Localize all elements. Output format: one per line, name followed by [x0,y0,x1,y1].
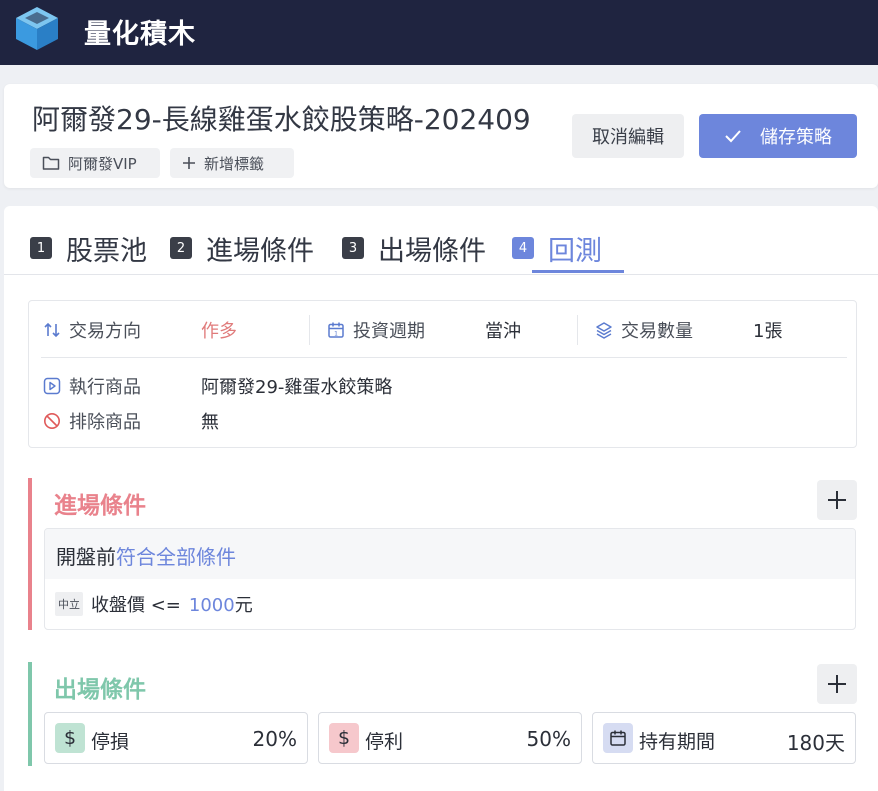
exclude-label-group: 排除商品 [43,408,141,434]
entry-accent-bar [28,478,32,630]
trade-settings-box: 交易方向 作多 1 投資週期 當沖 交易數量 1張 執行商品 阿爾發29-雞蛋水… [28,300,857,448]
tab-number: 1 [30,237,52,259]
target-label-group: 執行商品 [43,373,141,399]
match-all-conditions-link[interactable]: 符合全部條件 [116,545,236,569]
add-tag-button[interactable]: 新增標籤 [170,148,294,178]
info-divider [577,315,578,345]
entry-section-title: 進場條件 [54,493,146,519]
tab-label: 股票池 [66,235,147,267]
condition-text: 收盤價 <= [91,595,181,616]
check-icon [725,130,741,143]
stop-loss-label: 停損 [91,731,130,753]
condition-unit: 元 [234,595,253,616]
plus-icon [183,157,195,169]
take-profit-label: 停利 [365,731,404,753]
quantity-label: 交易數量 [621,321,693,342]
target-value: 阿爾發29-雞蛋水餃策略 [201,377,393,398]
direction-label-group: 交易方向 [43,317,141,343]
strategy-header: 阿爾發29-長線雞蛋水餃股策略-202409 阿爾發VIP 新增標籤 取消編輯 … [4,84,878,188]
add-tag-label: 新增標籤 [204,154,265,173]
take-profit-card[interactable]: $ 停利 50% [318,712,582,764]
add-entry-condition-button[interactable] [817,480,857,520]
top-nav-bar: 量化積木 [0,0,878,65]
exit-section-title: 出場條件 [54,677,146,703]
logo-cube-icon[interactable] [14,5,60,51]
folder-icon [42,156,60,170]
tab-label: 進場條件 [206,235,314,267]
active-tab-indicator [532,270,624,273]
condition-value-group: 1000元 [189,591,253,617]
layers-icon [596,322,612,339]
calendar-icon [603,723,633,753]
folder-tag[interactable]: 阿爾發VIP [30,148,160,178]
exit-accent-bar [28,662,32,766]
direction-label: 交易方向 [69,321,141,342]
tabs-divider [4,274,878,275]
add-exit-condition-button[interactable] [817,664,857,704]
svg-text:1: 1 [334,331,338,338]
holding-period-label: 持有期間 [639,731,716,753]
dollar-icon: $ [329,723,359,753]
period-label-group: 1 投資週期 [327,317,425,343]
tab-backtest[interactable]: 4 回測 [512,226,602,270]
tab-entry-conditions[interactable]: 2 進場條件 [170,226,314,270]
app-title: 量化積木 [84,19,196,50]
plus-icon [828,491,846,509]
tab-label: 出場條件 [378,235,486,267]
entry-group-header: 開盤前符合全部條件 [45,529,855,579]
tab-number: 3 [342,237,364,259]
plus-icon [828,675,846,693]
exclude-label: 排除商品 [69,412,141,433]
swap-vertical-icon [44,322,60,338]
strategy-title[interactable]: 阿爾發29-長線雞蛋水餃股策略-202409 [32,98,531,138]
exit-conditions-section: 出場條件 $ 停損 20% $ 停利 50% 持有期間 180天 [28,662,857,766]
holding-period-value: 180天 [786,731,845,755]
entry-conditions-section: 進場條件 開盤前符合全部條件 中立 收盤價 <= 1000元 [28,478,857,630]
condition-value[interactable]: 1000 [189,595,235,616]
direction-value: 作多 [201,321,237,342]
info-separator [41,357,847,358]
period-label: 投資週期 [353,321,425,342]
folder-tag-label: 阿爾發VIP [68,154,137,173]
tab-exit-conditions[interactable]: 3 出場條件 [342,226,486,270]
stop-loss-card[interactable]: $ 停損 20% [44,712,308,764]
exclude-value: 無 [201,412,219,433]
target-label: 執行商品 [69,377,141,398]
prohibited-icon [44,413,60,429]
play-box-icon [43,377,61,395]
entry-condition-group: 開盤前符合全部條件 中立 收盤價 <= 1000元 [44,528,856,630]
tab-number: 2 [170,237,192,259]
info-divider [309,315,310,345]
entry-group-prefix: 開盤前 [56,545,116,569]
quantity-value: 1張 [753,321,783,342]
tab-number: 4 [512,237,534,259]
strategy-editor: 1 股票池 2 進場條件 3 出場條件 4 回測 交易方向 作多 1 投資週期 … [4,206,878,791]
save-strategy-button[interactable]: 儲存策略 [699,114,857,158]
period-value: 當沖 [485,321,521,342]
entry-condition-row[interactable]: 中立 收盤價 <= 1000元 [55,591,253,617]
calendar-icon: 1 [328,322,344,338]
take-profit-value: 50% [526,727,571,751]
tab-label: 回測 [548,235,602,267]
cancel-edit-button[interactable]: 取消編輯 [572,114,684,158]
holding-period-card[interactable]: 持有期間 180天 [592,712,856,764]
tab-stock-pool[interactable]: 1 股票池 [30,226,147,270]
save-strategy-label: 儲存策略 [760,127,832,148]
dollar-icon: $ [55,723,85,753]
quantity-label-group: 交易數量 [595,317,693,343]
neutral-badge: 中立 [55,592,83,616]
stop-loss-value: 20% [252,727,297,751]
